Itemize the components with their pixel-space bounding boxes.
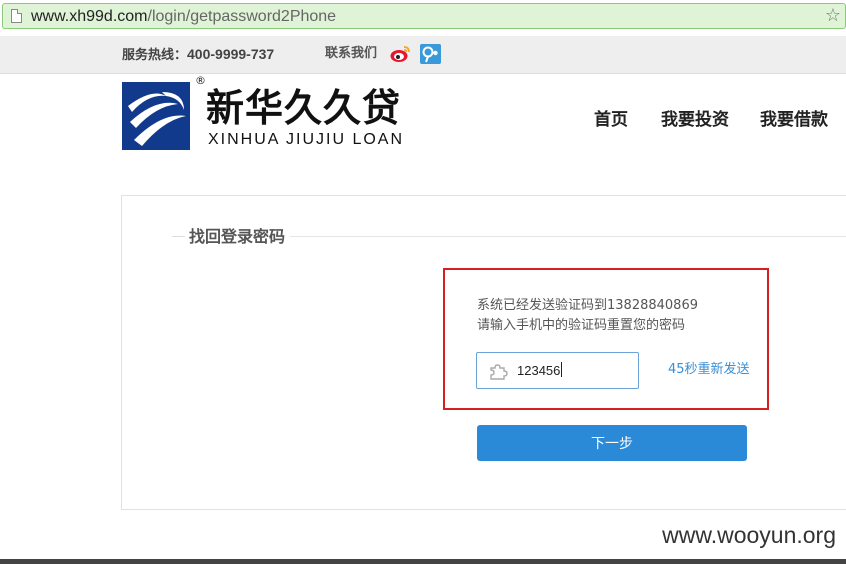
nav-invest[interactable]: 我要投资: [661, 108, 729, 132]
bookmark-star-icon[interactable]: ☆: [825, 6, 841, 26]
contact-us-link[interactable]: 联系我们: [325, 45, 377, 63]
bottom-strip: [0, 559, 846, 564]
puzzle-icon: [490, 364, 508, 380]
tencent-weibo-icon[interactable]: [420, 44, 441, 64]
service-hotline: 服务热线：400-9999-737: [122, 45, 274, 65]
watermark-text: www.wooyun.org: [662, 522, 836, 548]
verification-code-input[interactable]: 123456: [476, 352, 639, 389]
hotline-label: 服务热线：: [122, 48, 188, 63]
page-icon: [11, 9, 22, 23]
hotline-number: 400-9999-737: [187, 46, 275, 62]
url-text[interactable]: www.xh99d.com/login/getpassword2Phone: [31, 7, 336, 27]
resend-countdown-link[interactable]: 45秒重新发送: [668, 361, 750, 379]
url-path: /login/getpassword2Phone: [147, 8, 337, 25]
logo-mark-icon[interactable]: [122, 82, 190, 150]
sms-sent-message: 系统已经发送验证码到13828840869: [477, 298, 698, 313]
text-caret: [561, 362, 563, 377]
next-step-button[interactable]: 下一步: [477, 425, 747, 461]
nav-home[interactable]: 首页: [594, 108, 628, 132]
section-divider-right: [290, 236, 846, 237]
section-title: 找回登录密码: [189, 227, 286, 246]
url-domain: www.xh99d.com: [31, 8, 148, 25]
nav-borrow[interactable]: 我要借款: [760, 108, 828, 132]
registered-mark: ®: [195, 74, 206, 87]
logo-text-english: XINHUA JIUJIU LOAN: [208, 131, 405, 148]
sms-instruction-message: 请输入手机中的验证码重置您的密码: [477, 318, 686, 333]
section-divider-left: [172, 236, 185, 237]
logo-text-chinese: 新华久久贷: [206, 86, 402, 130]
verification-code-text: 123456: [517, 363, 561, 378]
weibo-icon[interactable]: [390, 45, 411, 63]
browser-address-bar: www.xh99d.com/login/getpassword2Phone ☆: [0, 0, 846, 32]
verification-code-value: 123456: [517, 362, 563, 380]
url-field[interactable]: www.xh99d.com/login/getpassword2Phone ☆: [2, 3, 846, 29]
